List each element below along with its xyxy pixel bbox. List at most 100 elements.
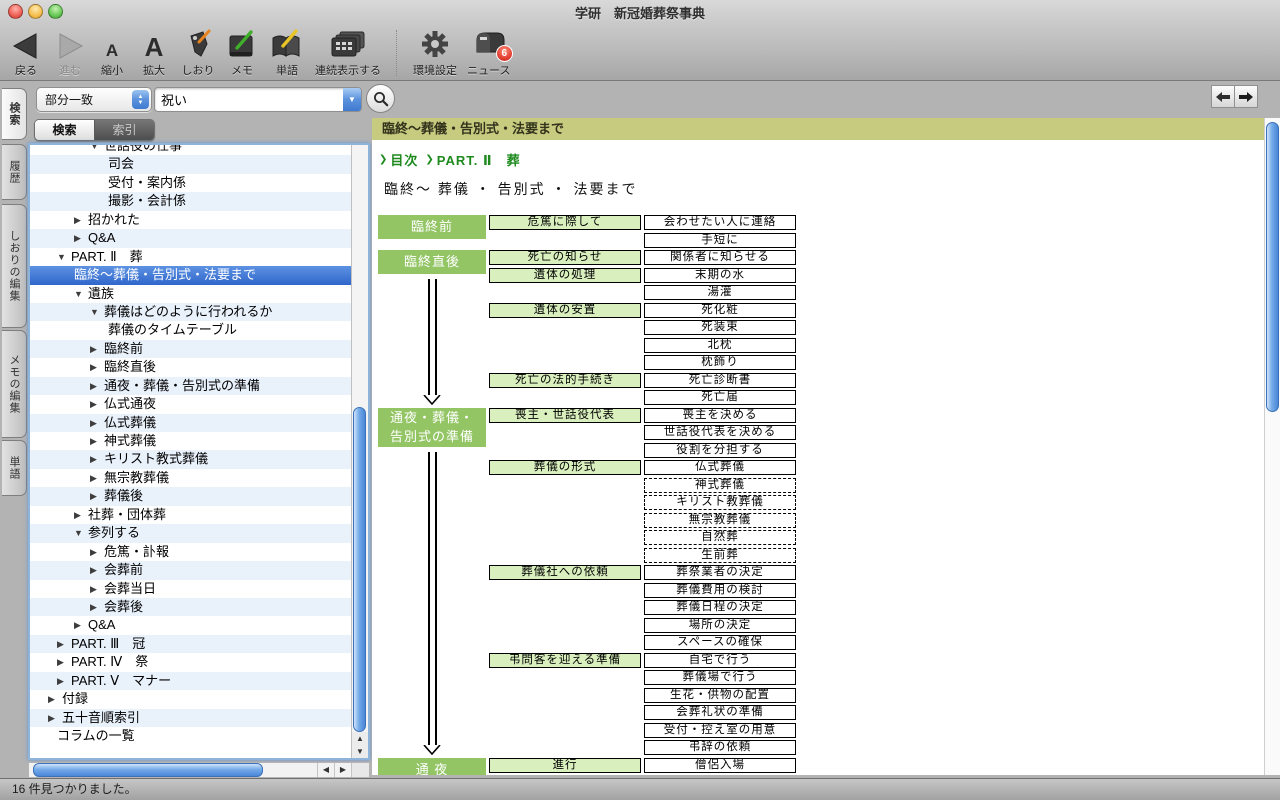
disclosure-closed-icon[interactable]: ▶	[74, 229, 88, 247]
tree-item[interactable]: ▶会葬前	[30, 561, 352, 579]
flow-step-label[interactable]: 危篤に際して	[489, 215, 641, 230]
toolbar-button-word[interactable]: 単語	[269, 24, 305, 78]
tree-item[interactable]: ▶キリスト教式葬儀	[30, 450, 352, 468]
flow-item[interactable]: 葬儀場で行う	[644, 670, 796, 685]
flow-step-label[interactable]: 葬儀社への依頼	[489, 565, 641, 580]
sidebar-hscroll-thumb[interactable]	[33, 763, 263, 777]
disclosure-open-icon[interactable]: ▼	[74, 285, 88, 303]
tree-item[interactable]: ▶通夜・葬儀・告別式の準備	[30, 377, 352, 395]
flow-step-label[interactable]: 遺体の処理	[489, 268, 641, 283]
tree-item[interactable]: ▶PART. Ⅳ 祭	[30, 653, 352, 671]
search-input[interactable]	[155, 88, 343, 111]
disclosure-closed-icon[interactable]: ▶	[48, 690, 62, 708]
search-button[interactable]	[366, 84, 395, 113]
disclosure-closed-icon[interactable]: ▶	[90, 395, 104, 413]
flow-item[interactable]: 世話役代表を決める	[644, 425, 796, 440]
disclosure-closed-icon[interactable]: ▶	[90, 487, 104, 505]
flow-item[interactable]: 葬儀費用の検討	[644, 583, 796, 598]
flow-item[interactable]: 仏式葬儀	[644, 460, 796, 475]
disclosure-closed-icon[interactable]: ▶	[90, 432, 104, 450]
flow-item[interactable]: 自宅で行う	[644, 653, 796, 668]
tree-item[interactable]: ▶臨終前	[30, 340, 352, 358]
sidebar-vertical-scrollbar[interactable]: ▲ ▼	[351, 145, 368, 758]
flow-item[interactable]: 北枕	[644, 338, 796, 353]
flow-step-label[interactable]: 葬儀の形式	[489, 460, 641, 475]
flow-item[interactable]: 枕飾り	[644, 355, 796, 370]
sidebar-horizontal-scrollbar[interactable]: ◀ ▶	[28, 762, 370, 778]
scroll-left-button[interactable]: ◀	[317, 763, 334, 777]
content-vscroll-thumb[interactable]	[1266, 122, 1279, 412]
tree-item[interactable]: ▶仏式通夜	[30, 395, 352, 413]
flow-item[interactable]: キリスト教葬儀	[644, 495, 796, 510]
disclosure-closed-icon[interactable]: ▶	[90, 358, 104, 376]
tree-item[interactable]: ▶付録	[30, 690, 352, 708]
tree-item[interactable]: ▶Q&A	[30, 229, 352, 247]
flow-item[interactable]: 関係者に知らせる	[644, 250, 796, 265]
tree-item[interactable]: 司会	[30, 155, 352, 173]
tree-item[interactable]: ▼世話役の仕事	[30, 145, 352, 155]
toolbar-button-news[interactable]: 6ニュース	[467, 24, 510, 78]
disclosure-closed-icon[interactable]: ▶	[74, 616, 88, 634]
disclosure-closed-icon[interactable]: ▶	[90, 543, 104, 561]
tree-item[interactable]: ▶葬儀後	[30, 487, 352, 505]
flow-item[interactable]: 喪主を決める	[644, 408, 796, 423]
sidebar-vscroll-thumb[interactable]	[353, 407, 366, 732]
tree-item[interactable]: ▶招かれた	[30, 211, 352, 229]
flow-step-label[interactable]: 進行	[489, 758, 641, 773]
tree-item[interactable]: ▶Q&A	[30, 616, 352, 634]
disclosure-closed-icon[interactable]: ▶	[57, 635, 71, 653]
side-tab-しおりの編集[interactable]: しおりの編集	[2, 204, 27, 328]
tree-item[interactable]: ▶会葬後	[30, 598, 352, 616]
disclosure-closed-icon[interactable]: ▶	[57, 672, 71, 690]
side-tab-単語[interactable]: 単語	[2, 440, 27, 496]
disclosure-open-icon[interactable]: ▼	[90, 303, 104, 321]
flow-step-label[interactable]: 遺体の安置	[489, 303, 641, 318]
flow-item[interactable]: 湯灌	[644, 285, 796, 300]
flow-item[interactable]: 自然葬	[644, 530, 796, 545]
flow-step-label[interactable]: 死亡の法的手続き	[489, 373, 641, 388]
side-tab-メモの編集[interactable]: メモの編集	[2, 330, 27, 438]
flow-item[interactable]: 会葬礼状の準備	[644, 705, 796, 720]
scroll-up-button[interactable]: ▲	[352, 732, 368, 745]
flow-item[interactable]: 死装束	[644, 320, 796, 335]
flow-item[interactable]: 会わせたい人に連絡	[644, 215, 796, 230]
flow-item[interactable]: 葬祭業者の決定	[644, 565, 796, 580]
disclosure-closed-icon[interactable]: ▶	[90, 340, 104, 358]
tree-item[interactable]: ▼参列する	[30, 524, 352, 542]
flow-item[interactable]: スペースの確保	[644, 635, 796, 650]
scroll-right-button[interactable]: ▶	[334, 763, 351, 777]
disclosure-open-icon[interactable]: ▼	[74, 524, 88, 542]
next-page-button[interactable]	[1235, 85, 1258, 108]
scroll-down-button[interactable]: ▼	[352, 745, 368, 758]
flow-step-label[interactable]: 喪主・世話役代表	[489, 408, 641, 423]
flow-item[interactable]: 場所の決定	[644, 618, 796, 633]
tree-item[interactable]: ▶PART. Ⅴ マナー	[30, 672, 352, 690]
side-tab-履歴[interactable]: 履歴	[2, 144, 27, 200]
toolbar-button-zoom-in[interactable]: A拡大	[137, 24, 171, 78]
flow-item[interactable]: 生花・供物の配置	[644, 688, 796, 703]
disclosure-closed-icon[interactable]: ▶	[48, 709, 62, 727]
toolbar-button-zoom-out[interactable]: A縮小	[97, 24, 127, 78]
tree-item[interactable]: ▶神式葬儀	[30, 432, 352, 450]
toolbar-button-forward[interactable]: 進む	[53, 24, 87, 78]
tree-item[interactable]: コラムの一覧	[30, 727, 352, 745]
tree-item[interactable]: ▼葬儀はどのように行われるか	[30, 303, 352, 321]
disclosure-open-icon[interactable]: ▼	[57, 248, 71, 266]
flow-item[interactable]: 無宗教葬儀	[644, 513, 796, 528]
flow-step-label[interactable]: 死亡の知らせ	[489, 250, 641, 265]
tree-item[interactable]: ▶危篤・訃報	[30, 543, 352, 561]
disclosure-closed-icon[interactable]: ▶	[74, 506, 88, 524]
disclosure-closed-icon[interactable]: ▶	[90, 469, 104, 487]
flow-item[interactable]: 受付・控え室の用意	[644, 723, 796, 738]
flow-item[interactable]: 手短に	[644, 233, 796, 248]
tree-item[interactable]: ▶仏式葬儀	[30, 414, 352, 432]
flow-item[interactable]: 役割を分担する	[644, 443, 796, 458]
flow-item[interactable]: 弔辞の依頼	[644, 740, 796, 755]
flow-item[interactable]: 死亡届	[644, 390, 796, 405]
disclosure-closed-icon[interactable]: ▶	[74, 211, 88, 229]
tree-item[interactable]: 受付・案内係	[30, 174, 352, 192]
match-mode-popup[interactable]: 部分一致 ▲▼	[36, 87, 152, 112]
side-tab-検索[interactable]: 検索	[2, 88, 27, 140]
flow-item[interactable]: 末期の水	[644, 268, 796, 283]
tree-item[interactable]: ▶無宗教葬儀	[30, 469, 352, 487]
